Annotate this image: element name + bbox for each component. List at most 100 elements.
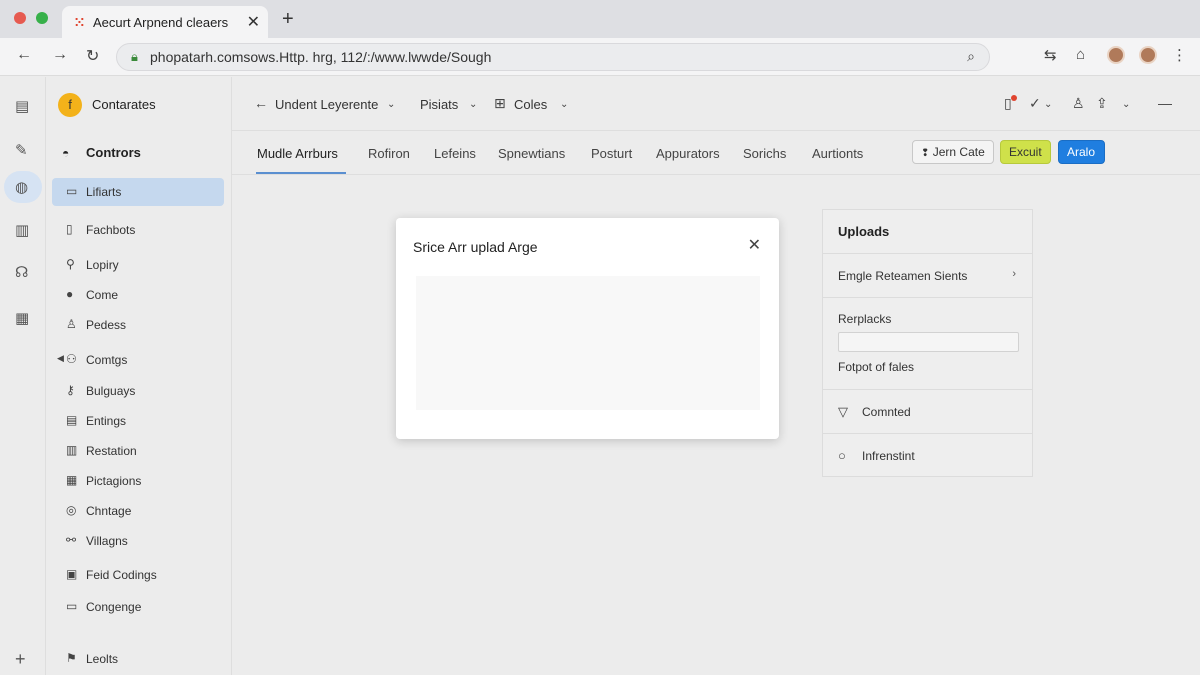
upload-icon[interactable]: ⇪ <box>1096 95 1108 112</box>
chevron-down-icon[interactable]: ⌄ <box>1122 99 1130 110</box>
sidebar-item-pedess[interactable]: ♙ Pedess <box>52 311 224 339</box>
search-icon[interactable]: ⌕ <box>967 48 975 65</box>
table-icon: ▤ <box>66 413 78 427</box>
link-icon: ⚯ <box>66 533 77 547</box>
user-icon[interactable]: ♙ <box>1072 95 1085 112</box>
browser-tab-active[interactable]: ⁙ Aecurt Arpnend cleaers ✕ <box>62 6 268 38</box>
users-icon: ⚇ <box>66 352 77 366</box>
panel-row-comnted[interactable]: ▽ Comnted <box>823 390 1032 434</box>
close-icon[interactable]: ✕ <box>748 235 761 255</box>
sidebar-item-villagns[interactable]: ⚯ Villagns <box>52 527 224 555</box>
icon-rail: ▤ ✎ ◍ ▥ ☊ ▦ + <box>0 77 46 675</box>
grid-icon: ▦ <box>66 473 78 487</box>
file-icon[interactable]: ▥ <box>15 221 29 239</box>
document-icon[interactable]: ▤ <box>15 97 29 115</box>
tab-appurators[interactable]: Appurators <box>656 146 720 161</box>
excuit-button[interactable]: Excuit <box>1000 140 1051 164</box>
chevron-down-icon[interactable]: ⌄ <box>387 99 395 110</box>
panel-header: Uploads <box>823 210 1032 254</box>
active-tab-underline <box>256 172 346 174</box>
tab-sorichs[interactable]: Sorichs <box>743 146 786 161</box>
chevron-down-icon[interactable]: ⌄ <box>560 99 568 110</box>
sidebar-item-congenge[interactable]: ▭ Congenge <box>52 593 224 621</box>
more-menu-icon[interactable]: ⋮ <box>1172 46 1187 64</box>
address-bar[interactable]: 🔒︎ phopatarh.comsows.Http. hrg, 112/:/ww… <box>116 43 990 71</box>
sidebar-item-come[interactable]: ● Come <box>52 281 224 309</box>
add-icon[interactable]: + <box>15 649 26 670</box>
chevron-left-icon[interactable]: ◀ <box>57 353 64 364</box>
columns-icon: ⊞ <box>494 95 506 111</box>
sidebar-item-chntage[interactable]: ◎ Chntage <box>52 497 224 525</box>
chevron-down-icon[interactable]: ⌄ <box>469 99 477 110</box>
panel-input[interactable] <box>838 332 1019 352</box>
tab-aurtionts[interactable]: Aurtionts <box>812 146 863 161</box>
flag-icon: ⚑ <box>66 651 77 665</box>
header-cols-label[interactable]: Coles <box>514 97 547 112</box>
sidebar-footer-item[interactable]: ⚑ Leolts <box>52 645 224 673</box>
app-name[interactable]: Contarates <box>92 97 156 112</box>
sidebar-item-feid-codings[interactable]: ▣ Feid Codings <box>52 561 224 589</box>
filter-icon: ▽ <box>838 404 848 419</box>
share-icon[interactable]: ⇆ <box>1044 46 1057 64</box>
jern-cate-label: Jern Cate <box>932 145 985 159</box>
forward-arrow-icon[interactable]: → <box>52 46 68 64</box>
new-tab-icon[interactable]: + <box>282 8 294 31</box>
panel-row-infrenstint[interactable]: ○ Infrenstint <box>823 434 1032 477</box>
main-tabs: Mudle Arrburs Rofiron Lefeins Spnewtians… <box>232 131 1200 175</box>
sidebar-item-comtgs[interactable]: ◀ ⚇ Comtgs <box>52 346 224 374</box>
pencil-icon[interactable]: ✎ <box>15 141 28 159</box>
sidebar-item-label: Villagns <box>86 534 128 548</box>
panel-row-emgle[interactable]: Emgle Reteamen Sients › <box>823 254 1032 298</box>
sidebar-item-entings[interactable]: ▤ Entings <box>52 407 224 435</box>
jern-cate-button[interactable]: ❢ Jern Cate <box>912 140 994 164</box>
book-icon: ▥ <box>66 443 78 457</box>
tab-lefeins[interactable]: Lefeins <box>434 146 476 161</box>
window-maximize-dot[interactable] <box>36 12 48 24</box>
modal-body[interactable] <box>416 276 760 410</box>
tab-close-icon[interactable]: ✕ <box>247 12 260 32</box>
tab-spnewtians[interactable]: Spnewtians <box>498 146 565 161</box>
tab-mudle-arrburs[interactable]: Mudle Arrburs <box>257 146 338 161</box>
section-icon: ◓ <box>62 146 70 160</box>
panel-title: Uploads <box>838 224 890 239</box>
back-arrow-icon[interactable]: ← <box>16 46 32 64</box>
panel-row-label: Emgle Reteamen Sients <box>838 269 968 283</box>
sidebar-item-lifiarts[interactable]: ▭ Lifiarts <box>52 178 224 206</box>
aralo-button[interactable]: Aralo <box>1058 140 1105 164</box>
sidebar-item-restation[interactable]: ▥ Restation <box>52 437 224 465</box>
sidebar-footer-label: Leolts <box>86 652 119 666</box>
sidebar-item-lopiry[interactable]: ⚲ Lopiry <box>52 251 224 279</box>
modal-title: Srice Arr uplad Arge <box>413 239 538 255</box>
sidebar-item-pictagions[interactable]: ▦ Pictagions <box>52 467 224 495</box>
header-title[interactable]: Undent Leyerente <box>275 97 378 112</box>
sidebar-item-label: Entings <box>86 414 127 428</box>
circle-icon: ○ <box>838 448 846 463</box>
tab-posturt[interactable]: Posturt <box>591 146 632 161</box>
home-icon[interactable]: ⌂ <box>1076 46 1085 63</box>
sidebar: f Contarates ◓ Contrors ▭ Lifiarts ▯ Fac… <box>46 77 232 675</box>
tab-rofiron[interactable]: Rofiron <box>368 146 410 161</box>
lock-icon: 🔒︎ <box>131 49 138 64</box>
pin-icon: ❢ <box>921 148 930 159</box>
chevron-right-icon[interactable]: › <box>1012 268 1016 280</box>
profile-avatar-2[interactable] <box>1139 46 1157 64</box>
header-middle-label[interactable]: Pisiats <box>420 97 458 112</box>
person-icon: ♙ <box>66 317 77 331</box>
sidebar-item-bulguays[interactable]: ⚷ Bulguays <box>52 377 224 405</box>
minimize-icon[interactable]: — <box>1158 95 1172 111</box>
users-icon[interactable]: ☊ <box>15 263 28 281</box>
back-arrow-icon[interactable]: ← <box>254 95 268 111</box>
code-icon: ▣ <box>66 567 78 581</box>
app-badge[interactable]: f <box>58 93 82 117</box>
sidebar-item-fachbots[interactable]: ▯ Fachbots <box>52 216 224 244</box>
window-icon: ▭ <box>66 599 78 613</box>
window-close-dot[interactable] <box>14 12 26 24</box>
sidebar-item-label: Congenge <box>86 600 142 614</box>
tab-favicon-icon: ⁙ <box>74 15 85 30</box>
check-edit-icon[interactable]: ✓ <box>1029 95 1041 112</box>
profile-avatar-1[interactable] <box>1107 46 1125 64</box>
clipboard-icon[interactable]: ▦ <box>15 309 29 327</box>
chevron-down-icon[interactable]: ⌄ <box>1044 99 1052 110</box>
reload-icon[interactable]: ↻ <box>86 46 99 66</box>
chat-icon[interactable]: ◍ <box>15 178 28 196</box>
